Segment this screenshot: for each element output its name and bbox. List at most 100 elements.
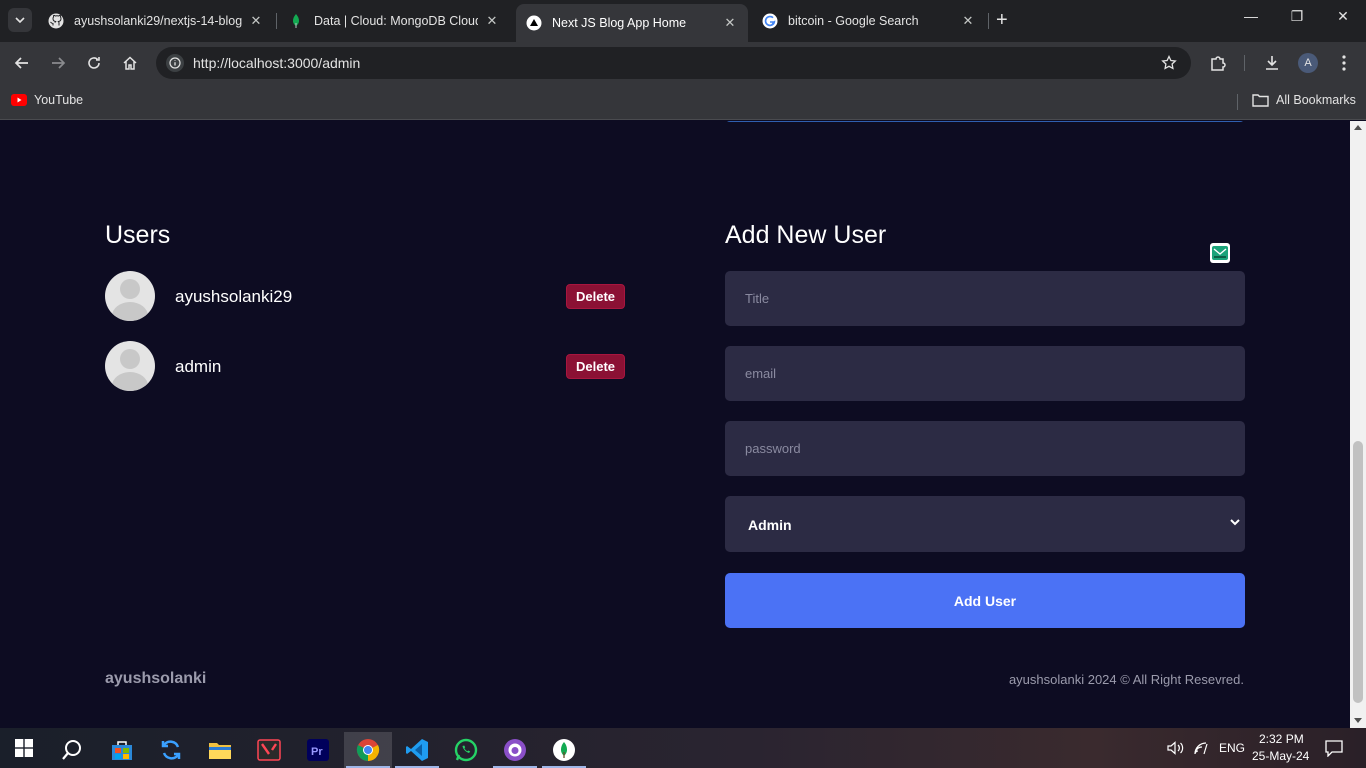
taskbar-github-desktop[interactable] [491, 732, 539, 768]
folder-icon [209, 743, 231, 759]
password-input[interactable] [725, 421, 1245, 476]
taskbar-mongodb-compass[interactable] [540, 732, 588, 768]
role-select-value: Admin [748, 517, 792, 533]
youtube-icon [11, 94, 27, 106]
page-scrollbar[interactable] [1350, 121, 1366, 728]
chevron-down-icon [15, 17, 25, 23]
clock-time[interactable]: 2:32 PM [1259, 732, 1304, 746]
network-icon[interactable] [1193, 741, 1209, 755]
minimize-button[interactable]: — [1241, 8, 1261, 24]
search-icon [62, 740, 81, 760]
browser-tab-bar: ayushsolanki29/nextjs-14-blogapp ✕ Data … [0, 0, 1366, 42]
taskbar-whatsapp[interactable] [442, 732, 490, 768]
close-icon[interactable]: ✕ [248, 13, 264, 29]
notification-center-icon[interactable] [1325, 740, 1343, 757]
close-icon[interactable]: ✕ [484, 13, 500, 29]
taskbar-search[interactable] [48, 732, 96, 768]
url-text: http://localhost:3000/admin [193, 55, 361, 71]
home-icon [123, 56, 137, 70]
delete-user-button[interactable]: Delete [566, 354, 625, 379]
tab-search-button[interactable] [8, 8, 32, 32]
language-indicator[interactable]: ENG [1219, 741, 1245, 755]
star-icon[interactable] [1161, 55, 1177, 71]
github-desktop-icon [504, 739, 526, 761]
close-icon[interactable]: ✕ [960, 13, 976, 29]
taskbar-premiere-pro[interactable]: Pr [294, 732, 342, 768]
downloads-button[interactable] [1262, 53, 1282, 73]
taskbar-chrome[interactable] [344, 732, 392, 768]
arrow-right-icon [52, 57, 66, 69]
restore-button[interactable]: ❐ [1287, 8, 1307, 25]
add-user-button[interactable]: Add User [725, 573, 1245, 628]
site-info-icon[interactable] [166, 54, 184, 72]
user-name: admin [175, 357, 222, 376]
bookmark-label: YouTube [34, 93, 84, 107]
scroll-up-arrow-icon[interactable] [1354, 125, 1362, 130]
mongodb-leaf-icon [553, 739, 575, 761]
minimize-icon: — [1244, 8, 1258, 24]
email-input[interactable] [725, 346, 1245, 401]
plus-icon: + [996, 9, 1008, 31]
download-icon [1266, 56, 1278, 70]
close-window-button[interactable]: ✕ [1333, 8, 1353, 25]
speaker-icon[interactable] [1167, 741, 1185, 755]
scroll-down-arrow-icon[interactable] [1354, 718, 1362, 723]
user-row: ayushsolanki29 Delete [105, 271, 625, 321]
toolbar-divider [1244, 55, 1245, 71]
reload-icon [88, 57, 100, 69]
taskbar-valorant[interactable] [245, 732, 293, 768]
profile-avatar[interactable]: A [1298, 53, 1318, 73]
vscode-icon [406, 739, 428, 761]
chevron-down-icon [1230, 519, 1240, 526]
mongodb-leaf-icon [293, 14, 299, 28]
forward-button[interactable] [48, 53, 68, 73]
all-bookmarks-button[interactable]: All Bookmarks [1252, 93, 1356, 107]
footer-copyright: ayushsolanki 2024 © All Right Resevred. [1008, 672, 1244, 687]
tab-google-search[interactable]: bitcoin - Google Search ✕ [752, 6, 986, 36]
extensions-button[interactable] [1208, 53, 1228, 73]
close-icon: ✕ [1337, 8, 1349, 24]
taskbar-file-explorer[interactable] [196, 732, 244, 768]
address-bar[interactable]: http://localhost:3000/admin [156, 47, 1191, 79]
new-tab-button[interactable]: + [996, 10, 1008, 30]
folder-icon [1252, 94, 1269, 107]
tab-mongodb[interactable]: Data | Cloud: MongoDB Cloud ✕ [278, 6, 510, 36]
title-input[interactable] [725, 271, 1245, 326]
windows-taskbar: Pr ENG 2:32 PM 25-May-24 [0, 728, 1366, 768]
page-viewport: Users ayushsolanki29 Delete admin Delete… [0, 121, 1350, 728]
clock-date[interactable]: 25-May-24 [1252, 749, 1309, 763]
premiere-pro-icon: Pr [307, 739, 329, 761]
close-icon[interactable]: ✕ [722, 15, 738, 31]
home-button[interactable] [120, 53, 140, 73]
role-select[interactable]: Admin [725, 496, 1245, 552]
kebab-menu-icon [1342, 55, 1346, 71]
puzzle-icon [1211, 56, 1226, 71]
store-icon [112, 741, 132, 760]
tab-title: ayushsolanki29/nextjs-14-blogapp [74, 14, 242, 28]
menu-button[interactable] [1334, 53, 1354, 73]
taskbar-vscode[interactable] [393, 732, 441, 768]
scrollbar-thumb[interactable] [1353, 441, 1363, 703]
reload-button[interactable] [84, 53, 104, 73]
back-button[interactable] [12, 53, 32, 73]
taskbar-sync-app[interactable] [147, 732, 195, 768]
users-heading: Users [105, 221, 171, 249]
tab-separator [276, 13, 277, 29]
tab-github[interactable]: ayushsolanki29/nextjs-14-blogapp ✕ [38, 6, 274, 36]
tab-nextjs-blog[interactable]: Next JS Blog App Home ✕ [516, 4, 748, 42]
bookmark-youtube[interactable]: YouTube [11, 93, 83, 107]
email-autofill-icon[interactable] [1210, 243, 1230, 263]
previous-form-input-edge [725, 121, 1245, 122]
user-row: admin Delete [105, 341, 625, 391]
valorant-icon [257, 739, 281, 761]
delete-user-button[interactable]: Delete [566, 284, 625, 309]
bookmarks-divider [1237, 94, 1238, 110]
restore-icon: ❐ [1290, 8, 1304, 24]
avatar [105, 341, 155, 391]
avatar [105, 271, 155, 321]
taskbar-store[interactable] [98, 732, 146, 768]
tab-title: Data | Cloud: MongoDB Cloud [314, 14, 478, 28]
user-name: ayushsolanki29 [175, 287, 293, 306]
chrome-icon [356, 739, 380, 761]
start-button[interactable] [0, 728, 48, 768]
